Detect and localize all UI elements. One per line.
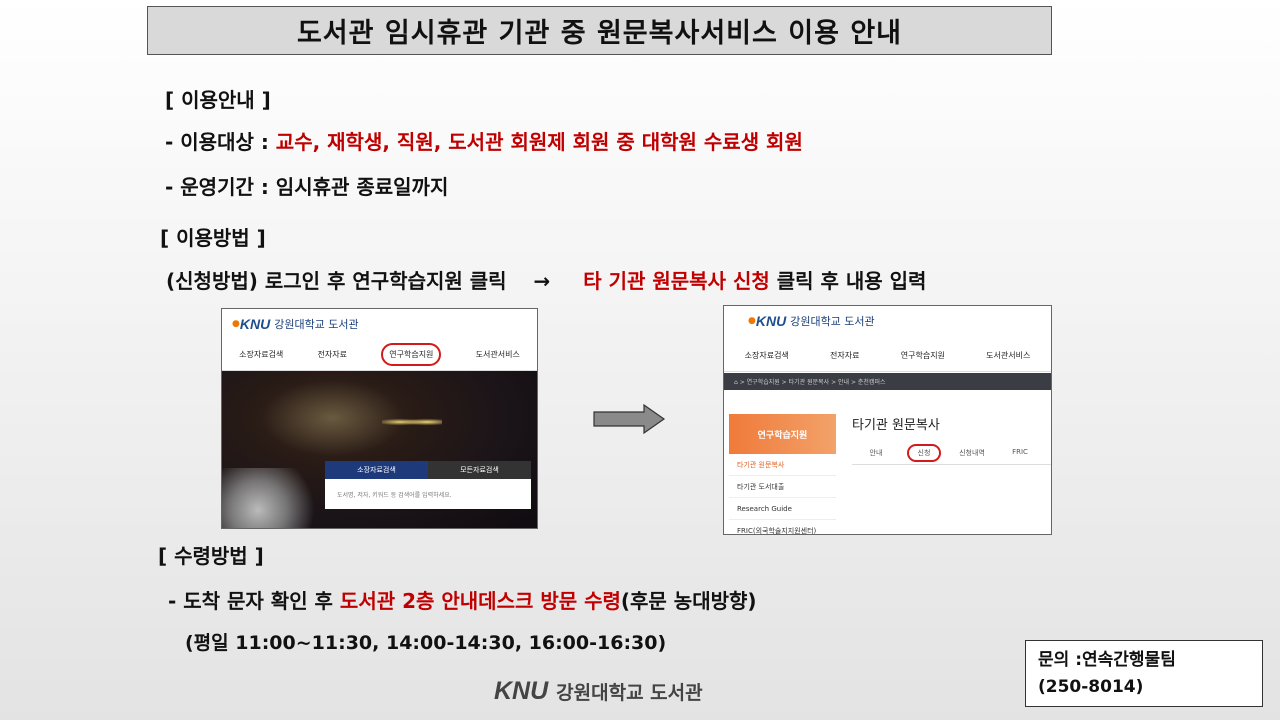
sidebar: 연구학습지원 타기관 원문복사 타기관 도서대출 Research Guide …: [729, 414, 836, 534]
menu2-item-eresources[interactable]: 전자자료: [830, 350, 859, 361]
page-title: 도서관 임시휴관 기관 중 원문복사서비스 이용 안내: [147, 6, 1052, 55]
search-tab-holdings[interactable]: 소장자료검색: [325, 461, 428, 479]
hero-image: 소장자료검색 모든자료검색 도서명, 저자, 키워드 등 검색어를 입력하세요.: [222, 371, 537, 528]
content-tabs: 안내 신청 신청내역 FRIC: [852, 444, 1051, 465]
sidebar-item-fric[interactable]: FRIC(외국학술지지원센터): [729, 520, 836, 535]
menu2-item-services[interactable]: 도서관서비스: [986, 350, 1030, 361]
receive-prefix: - 도착 문자 확인 후: [168, 589, 340, 613]
method-heading: [ 이용방법 ]: [160, 226, 266, 250]
library-logo: ● KNU 강원대학교 도서관: [232, 316, 359, 332]
sidebar-item-copy[interactable]: 타기관 원문복사: [729, 454, 836, 476]
sidebar-item-guide[interactable]: Research Guide: [729, 498, 836, 520]
target-label: - 이용대상 :: [165, 130, 276, 154]
usage-heading: [ 이용안내 ]: [165, 88, 271, 112]
sidebar-item-loan[interactable]: 타기관 도서대출: [729, 476, 836, 498]
search-box: 소장자료검색 모든자료검색 도서명, 저자, 키워드 등 검색어를 입력하세요.: [325, 461, 531, 509]
menu-item-services[interactable]: 도서관서비스: [476, 349, 520, 360]
tab-fric[interactable]: FRIC: [996, 448, 1044, 458]
footer-logo: KNU 강원대학교 도서관: [494, 677, 703, 706]
screenshot-interlibrary: ● KNU 강원대학교 도서관 소장자료검색 전자자료 연구학습지원 도서관서비스 …: [723, 305, 1052, 535]
content-title: 타기관 원문복사: [852, 418, 940, 433]
menu-item-research-support[interactable]: 연구학습지원: [381, 343, 442, 366]
receive-red: 도서관 2층 안내데스크 방문 수령: [339, 589, 621, 613]
receive-line: - 도착 문자 확인 후 도서관 2층 안내데스크 방문 수령(후문 농대방향): [168, 585, 757, 614]
breadcrumb: ⌂ > 연구학습지원 > 타기관 원문복사 > 안내 > 춘천캠퍼스: [724, 373, 1051, 390]
menu2-item-research-support[interactable]: 연구학습지원: [901, 350, 945, 361]
usage-period: - 운영기간 : 임시휴관 종료일까지: [165, 171, 448, 200]
arrow-icon: →: [533, 269, 551, 293]
contact-line2: (250-8014): [1038, 677, 1144, 697]
receive-hours: (평일 11:00~11:30, 14:00-14:30, 16:00-16:3…: [185, 632, 667, 654]
tab-apply[interactable]: 신청: [906, 444, 942, 462]
menu-item-holdings[interactable]: 소장자료검색: [239, 349, 283, 360]
library-logo-2: ● KNU 강원대학교 도서관: [748, 313, 875, 329]
receive-suffix: (후문 농대방향): [620, 589, 757, 613]
method-step-red: 타 기관 원문복사 신청: [583, 269, 770, 293]
menu-item-eresources[interactable]: 전자자료: [318, 349, 347, 360]
menu2-item-holdings[interactable]: 소장자료검색: [745, 350, 789, 361]
contact-box: 문의 :연속간행물팀 (250-8014): [1025, 640, 1263, 707]
target-value: 교수, 재학생, 직원, 도서관 회원제 회원 중 대학원 수료생 회원: [275, 130, 803, 154]
footer-name: 강원대학교 도서관: [556, 682, 703, 704]
tab-history[interactable]: 신청내역: [948, 448, 996, 458]
main-menu-2: 소장자료검색 전자자료 연구학습지원 도서관서비스: [724, 340, 1051, 372]
main-menu: 소장자료검색 전자자료 연구학습지원 도서관서비스: [222, 339, 537, 371]
tab-info[interactable]: 안내: [852, 448, 900, 458]
receive-heading: [ 수령방법 ]: [158, 544, 264, 568]
contact-line1: 문의 :연속간행물팀: [1038, 650, 1176, 670]
period-value: 임시휴관 종료일까지: [275, 175, 449, 199]
method-step-suffix: 클릭 후 내용 입력: [769, 269, 927, 293]
period-label: - 운영기간 :: [165, 175, 276, 199]
screenshot-library-home: ● KNU 강원대학교 도서관 소장자료검색 전자자료 연구학습지원 도서관서비스 …: [221, 308, 538, 529]
usage-target: - 이용대상 : 교수, 재학생, 직원, 도서관 회원제 회원 중 대학원 수…: [165, 126, 803, 155]
knu-logo: KNU: [494, 677, 549, 705]
search-tab-all[interactable]: 모든자료검색: [428, 461, 531, 479]
method-step-prefix: (신청방법) 로그인 후 연구학습지원 클릭: [166, 269, 507, 293]
right-arrow-icon: [593, 404, 666, 434]
search-input[interactable]: 도서명, 저자, 키워드 등 검색어를 입력하세요.: [325, 479, 531, 509]
sidebar-title: 연구학습지원: [729, 414, 836, 454]
method-step: (신청방법) 로그인 후 연구학습지원 클릭 → 타 기관 원문복사 신청 클릭…: [166, 265, 926, 294]
